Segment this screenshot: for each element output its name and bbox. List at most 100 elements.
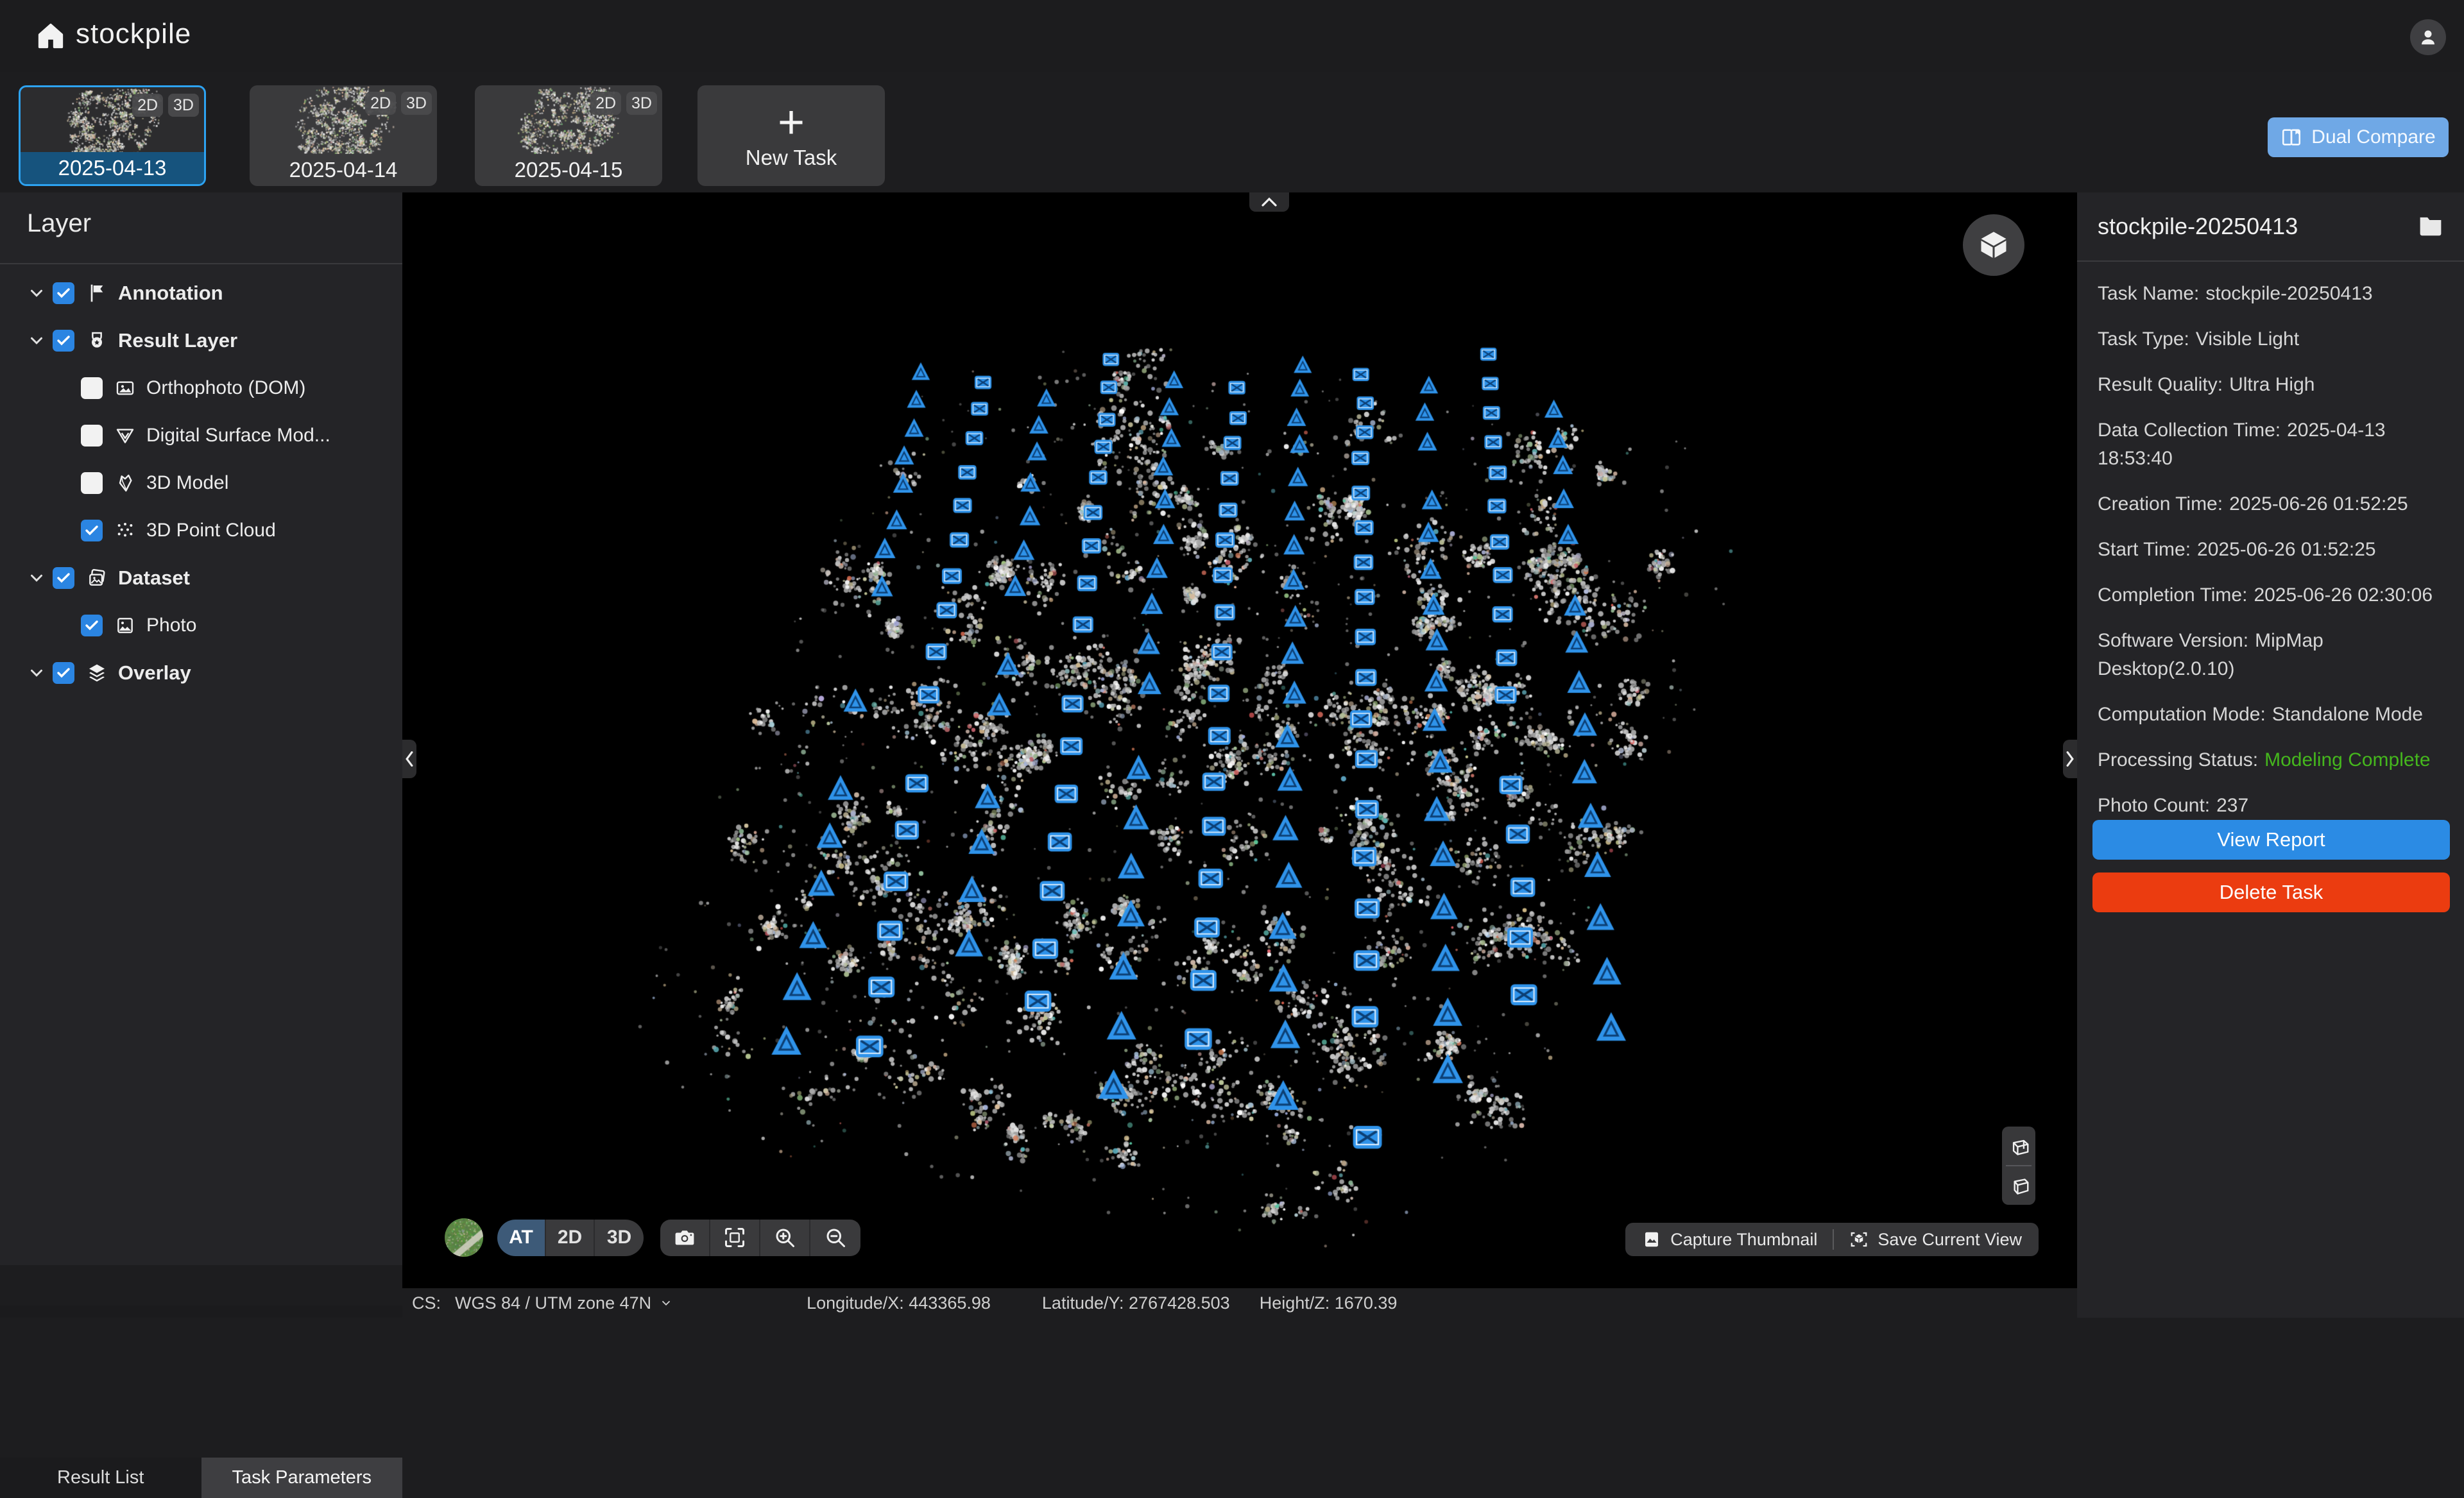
viewport-actions: Capture Thumbnail Save Current View [1625,1223,2039,1256]
details-panel-title: stockpile-20250413 [2098,213,2298,240]
layer-tree: Annotation Result Layer Orthophoto (DOM)… [0,269,402,697]
layer-panel-title: Layer [27,209,91,238]
chevron-down-icon[interactable] [659,1296,673,1310]
collapse-sidebar-handle[interactable] [402,740,416,778]
task-details-list: Task Name:stockpile-20250413 Task Type:V… [2098,280,2447,837]
badge-3d[interactable]: 3D [168,94,199,117]
map-viewport[interactable]: AT 2D 3D Capture Thumbnail S [402,192,2077,1288]
layer-panel: Layer Annotation Result Layer Orthophoto… [0,192,402,1265]
checkbox[interactable] [81,615,103,636]
point-cloud-canvas[interactable] [402,192,2077,1288]
badge-2d[interactable]: 2D [132,94,163,117]
chevron-down-icon[interactable] [27,284,46,303]
checkbox[interactable] [53,662,74,684]
task-card-2025-04-15[interactable]: 2D 3D 2025-04-15 [475,85,662,186]
fit-view-button[interactable] [710,1220,760,1256]
checkbox[interactable] [53,282,74,304]
zoom-out-button[interactable] [810,1220,860,1256]
tree-row-photo[interactable]: Photo [0,602,402,649]
bottom-tabs: Result List Task Parameters [0,1458,402,1498]
photo-stack-icon [85,566,109,590]
delete-task-button[interactable]: Delete Task [2092,872,2450,912]
dual-compare-icon [2280,126,2302,148]
point-cloud-icon [113,518,137,543]
cube-icon [1977,228,2010,262]
details-buttons: View Report Delete Task [2092,820,2450,925]
zoom-out-icon [824,1226,847,1249]
folder-icon[interactable] [2418,214,2443,237]
capture-thumbnail-button[interactable]: Capture Thumbnail [1642,1230,1817,1250]
task-card-2025-04-13[interactable]: 2D 3D 2025-04-13 [19,85,206,186]
detail-start-time: Start Time:2025-06-26 01:52:25 [2098,536,2447,564]
wire-cube-icon [2006,1134,2031,1158]
task-date: 2025-04-14 [250,154,437,186]
chevron-down-icon[interactable] [27,568,46,588]
flag-icon [85,281,109,305]
task-details-panel: stockpile-20250413 Task Name:stockpile-2… [2077,192,2464,1318]
badge-2d[interactable]: 2D [590,92,621,115]
coord-height: Height/Z: 1670.39 [1260,1293,1398,1313]
user-avatar[interactable] [2410,19,2446,55]
status-bar: CS: WGS 84 / UTM zone 47N Longitude/X: 4… [402,1288,2077,1318]
tree-row-overlay[interactable]: Overlay [0,649,402,697]
zoom-in-button[interactable] [760,1220,810,1256]
wire-cube-icon [2006,1173,2031,1198]
mode-at-button[interactable]: AT [497,1220,546,1256]
tree-row-3d-point-cloud[interactable]: 3D Point Cloud [0,507,402,554]
dual-compare-button[interactable]: Dual Compare [2268,117,2449,157]
detail-software-version: Software Version:MipMap Desktop(2.0.10) [2098,627,2447,683]
perspective-view-button[interactable] [2002,1127,2035,1165]
checkbox[interactable] [81,425,103,447]
cs-value[interactable]: WGS 84 / UTM zone 47N [455,1293,651,1313]
cube-view-icon [1849,1230,1869,1249]
image-icon [113,376,137,400]
chevron-down-icon[interactable] [27,663,46,683]
detail-processing-status: Processing Status:Modeling Complete [2098,746,2447,774]
collapse-taskbar-handle[interactable] [1249,192,1289,212]
save-current-view-button[interactable]: Save Current View [1849,1230,2022,1250]
divider [2077,260,2464,262]
tree-row-dsm[interactable]: Digital Surface Mod... [0,412,402,459]
checkbox[interactable] [53,330,74,352]
checkbox[interactable] [81,472,103,494]
detail-result-quality: Result Quality:Ultra High [2098,371,2447,399]
badge-3d[interactable]: 3D [626,92,657,115]
collapse-details-handle[interactable] [2063,740,2077,778]
cs-label: CS: [412,1293,441,1313]
tree-row-result-layer[interactable]: Result Layer [0,317,402,364]
layers-icon [85,661,109,685]
tree-row-orthophoto[interactable]: Orthophoto (DOM) [0,364,402,412]
detail-task-name: Task Name:stockpile-20250413 [2098,280,2447,308]
bottom-left-strip [0,1306,402,1318]
tab-result-list[interactable]: Result List [0,1458,201,1498]
divider [1833,1229,1834,1250]
new-task-button[interactable]: + New Task [697,85,885,186]
checkbox[interactable] [53,567,74,589]
mode-3d-button[interactable]: 3D [595,1220,644,1256]
chevron-up-icon [1260,196,1279,209]
medal-icon [85,328,109,353]
chevron-left-icon [404,751,415,767]
mode-2d-button[interactable]: 2D [546,1220,595,1256]
tree-row-dataset[interactable]: Dataset [0,554,402,602]
app-title: stockpile [76,18,191,50]
checkbox[interactable] [81,377,103,399]
chevron-down-icon[interactable] [27,331,46,350]
checkbox[interactable] [81,520,103,541]
tab-task-parameters[interactable]: Task Parameters [201,1458,403,1498]
view-report-button[interactable]: View Report [2092,820,2450,860]
home-icon[interactable] [36,21,65,51]
crystal-icon [113,471,137,495]
screenshot-button[interactable] [660,1220,710,1256]
minimap-thumbnail[interactable] [445,1218,483,1257]
badge-3d[interactable]: 3D [401,92,432,115]
orthographic-view-button[interactable] [2002,1166,2035,1205]
dsm-icon [113,423,137,448]
task-card-2025-04-14[interactable]: 2D 3D 2025-04-14 [250,85,437,186]
badge-2d[interactable]: 2D [365,92,396,115]
view-orientation-cube-button[interactable] [1963,214,2024,276]
tree-row-annotation[interactable]: Annotation [0,269,402,317]
tree-row-3d-model[interactable]: 3D Model [0,459,402,507]
detail-task-type: Task Type:Visible Light [2098,325,2447,353]
camera-icon [673,1226,696,1249]
